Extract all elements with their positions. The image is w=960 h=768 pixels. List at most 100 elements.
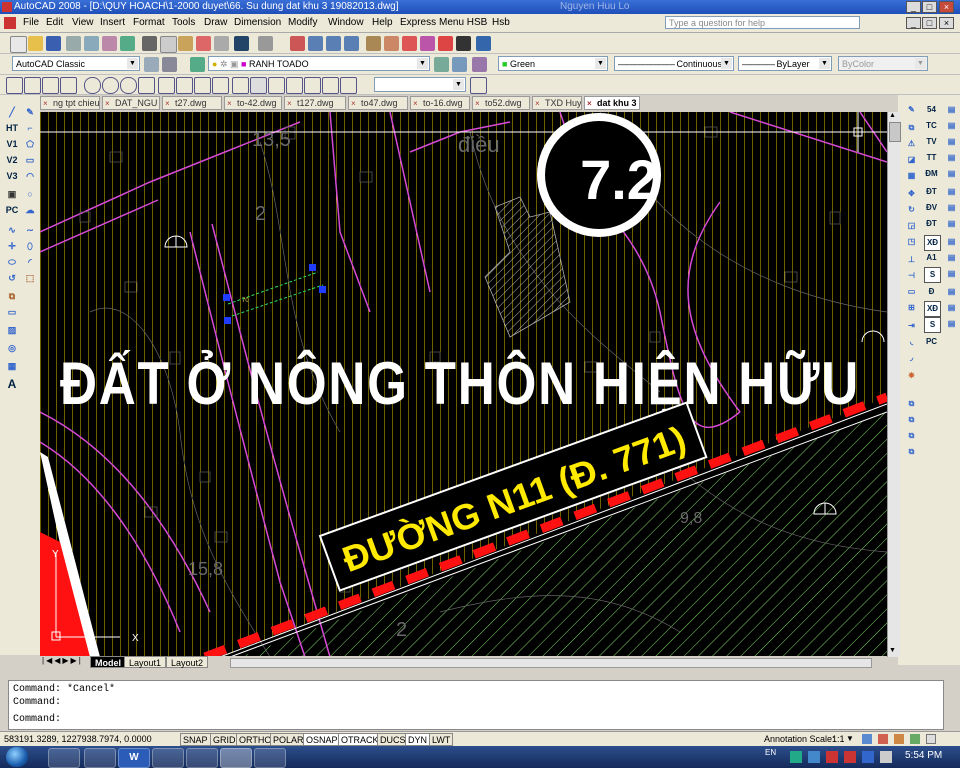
ordinate-icon[interactable] (60, 77, 77, 94)
blue-tool-7-icon[interactable]: ▤ (944, 201, 959, 215)
tool-dt2-button[interactable]: ĐT (924, 217, 939, 231)
copy-object-icon[interactable]: ⧉ (904, 121, 919, 135)
file-tab[interactable]: × to-42.dwg (224, 96, 282, 110)
plotstyle-select[interactable]: ByColor ▼ (838, 56, 928, 71)
close-icon[interactable]: × (587, 97, 592, 109)
menu-modify[interactable]: Modify (288, 17, 317, 28)
menu-hsb-menu[interactable]: Menu HSB (439, 17, 487, 28)
clean-screen-icon[interactable] (926, 734, 936, 744)
zoom-window-icon[interactable] (326, 36, 341, 51)
close-icon[interactable]: × (43, 97, 48, 109)
sheet-set-icon[interactable] (420, 36, 435, 51)
help-search-input[interactable]: Type a question for help (665, 16, 860, 29)
dimension-text-edit-icon[interactable] (286, 77, 303, 94)
taskbar-explorer-icon[interactable] (48, 748, 80, 768)
zoom-realtime-icon[interactable] (308, 36, 323, 51)
paste-icon[interactable] (178, 36, 193, 51)
document-icon[interactable] (4, 17, 16, 29)
mirror-icon[interactable]: ⚠ (904, 137, 919, 151)
preview-icon[interactable] (84, 36, 99, 51)
close-icon[interactable]: × (413, 97, 418, 109)
auto-scale-icon[interactable] (878, 734, 888, 744)
polygon-icon[interactable]: ⬠ (22, 137, 38, 151)
menu-format[interactable]: Format (133, 17, 165, 28)
tab-layout2[interactable]: Layout2 (166, 656, 209, 668)
taskbar-autocad-icon[interactable] (220, 748, 252, 768)
workspace-save-icon[interactable] (162, 57, 177, 72)
menu-insert[interactable]: Insert (100, 17, 125, 28)
v3-button[interactable]: V3 (4, 169, 20, 183)
linetype-select[interactable]: ——————— Continuous ▼ (614, 56, 734, 71)
tool-d-button[interactable]: Đ (924, 285, 939, 299)
ellipse2-icon[interactable]: ⬯ (22, 239, 38, 253)
tray-settings-icon[interactable] (910, 734, 920, 744)
blue-tool-4-icon[interactable]: ▤ (944, 151, 959, 165)
table-icon[interactable]: ▦ (4, 359, 20, 373)
blue-tool-13-icon[interactable]: ▤ (944, 301, 959, 315)
stretch-icon[interactable]: ◳ (904, 235, 919, 249)
dimstyle-manager-icon[interactable] (470, 77, 487, 94)
drawing-canvas[interactable]: 70 Y X 7.2 13,5 điều 15,8 9,8 2 2 ĐẤT Ở … (40, 112, 887, 657)
tool-tt-button[interactable]: TT (924, 151, 939, 165)
command-window[interactable]: Command: *Cancel* Command: Command: (8, 680, 944, 730)
chamfer-icon[interactable]: ⇥ (904, 319, 919, 333)
v2-button[interactable]: V2 (4, 153, 20, 167)
pencil-icon[interactable]: ✎ (904, 103, 919, 117)
blue-tool-2-icon[interactable]: ▤ (944, 119, 959, 133)
radius-icon[interactable] (84, 77, 101, 94)
annotation-scale-value[interactable]: 1:1 (832, 734, 845, 744)
close-icon[interactable]: × (475, 97, 480, 109)
ellipse-icon[interactable]: ⬭ (4, 255, 20, 269)
plot-icon[interactable] (66, 36, 81, 51)
file-tab-active[interactable]: × dat khu 3 (584, 96, 640, 110)
vertical-scrollbar[interactable]: ▲ ▼ (887, 112, 901, 657)
doc-restore-button[interactable]: □ (922, 17, 937, 29)
draworder-front-icon[interactable]: ⧉ (904, 397, 919, 411)
multiline-text-button[interactable]: A (4, 377, 20, 391)
snap-toggle[interactable]: SNAP (180, 733, 211, 746)
start-button-icon[interactable] (6, 747, 28, 767)
dimension-update-icon[interactable] (304, 77, 321, 94)
file-tab[interactable]: × t27.dwg (162, 96, 222, 110)
scroll-thumb[interactable] (889, 122, 901, 142)
blue-tool-8-icon[interactable]: ▤ (944, 217, 959, 231)
ortho-toggle[interactable]: ORTHO (236, 733, 275, 746)
close-icon[interactable]: × (105, 97, 110, 109)
continue-icon[interactable] (194, 77, 211, 94)
open-icon[interactable] (28, 36, 43, 51)
doc-close-button[interactable]: × (939, 17, 954, 29)
osnap-toggle[interactable]: OSNAP (303, 733, 341, 746)
undo-icon[interactable] (234, 36, 249, 51)
point-icon[interactable]: ✛ (4, 239, 20, 253)
taskbar-app-icon[interactable] (186, 748, 218, 768)
region-icon[interactable]: ◎ (4, 341, 20, 355)
tab-model[interactable]: Model (90, 656, 126, 668)
blue-tool-9-icon[interactable]: ▤ (944, 235, 959, 249)
ellipse-arc-icon[interactable]: ◜ (22, 255, 38, 269)
rotate-icon[interactable]: ↻ (904, 203, 919, 217)
new-icon[interactable] (10, 36, 27, 53)
make-current-layer-icon[interactable] (434, 57, 449, 72)
tray-icon[interactable] (808, 751, 820, 763)
dyn-toggle[interactable]: DYN (405, 733, 431, 746)
menu-window[interactable]: Window (328, 17, 364, 28)
layer-states-icon[interactable] (472, 57, 487, 72)
file-tab[interactable]: × ng tpt chieu (40, 96, 100, 110)
clock[interactable]: 5:54 PM (905, 750, 942, 761)
draworder-back-icon[interactable]: ⧉ (904, 413, 919, 427)
quick-leader-icon[interactable] (212, 77, 229, 94)
scroll-down-icon[interactable]: ▼ (889, 647, 896, 654)
join-icon[interactable]: ⊞ (904, 301, 919, 315)
file-tab[interactable]: × to47.dwg (348, 96, 408, 110)
maximize-button[interactable]: □ (922, 1, 937, 13)
calculator-icon[interactable] (456, 36, 471, 51)
menu-dimension[interactable]: Dimension (234, 17, 281, 28)
circle-icon[interactable]: ○ (22, 187, 38, 201)
blue-tool-1-icon[interactable]: ▤ (944, 103, 959, 117)
tray-icon[interactable] (790, 751, 802, 763)
blue-tool-11-icon[interactable]: ▤ (944, 267, 959, 281)
move-icon[interactable]: ✥ (904, 187, 919, 201)
v1-button[interactable]: V1 (4, 137, 20, 151)
file-tab[interactable]: ×TXD Huyen (532, 96, 582, 110)
publish-icon[interactable] (102, 36, 117, 51)
